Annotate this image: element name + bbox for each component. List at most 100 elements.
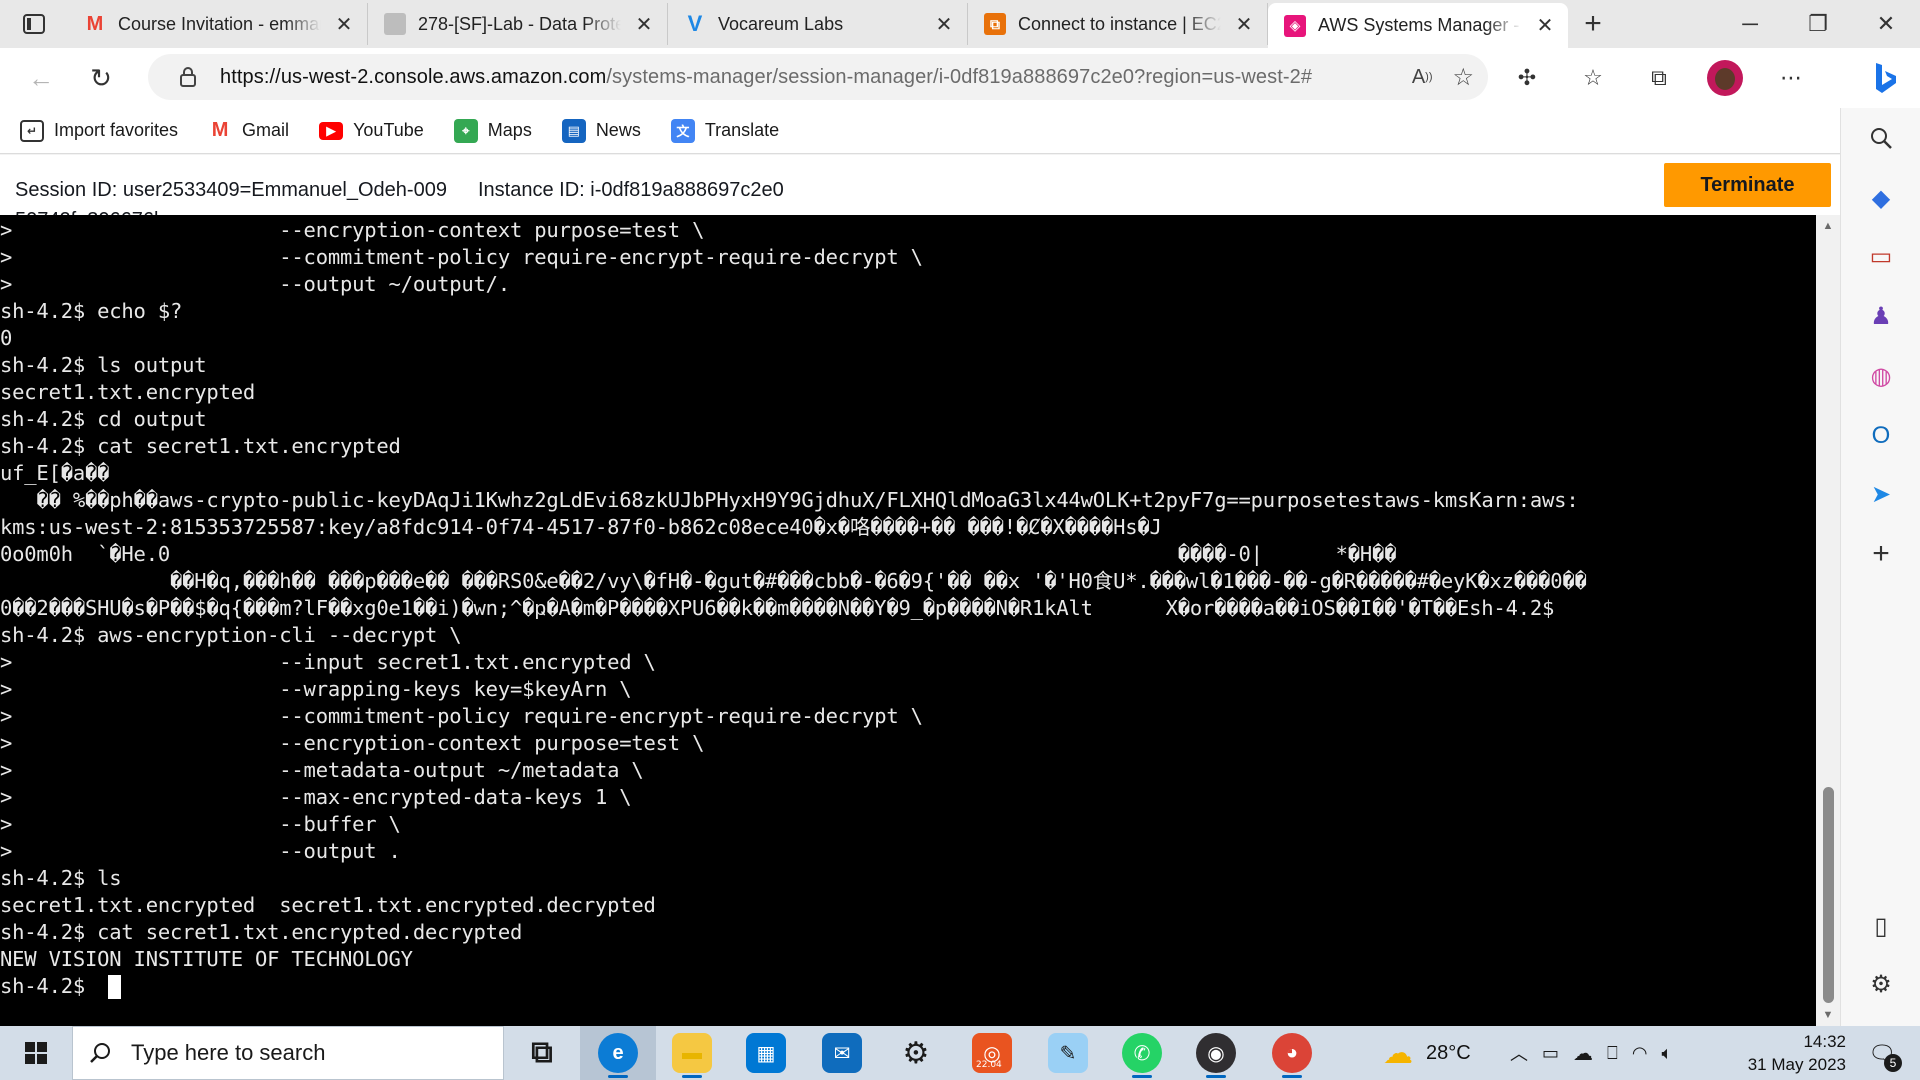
taskbar-app[interactable]: ✎ [1030, 1026, 1106, 1080]
settings-icon[interactable]: ⚙ [1861, 964, 1901, 1004]
terminal-line: > --output . [0, 839, 401, 863]
taskbar-app[interactable]: ▦ [728, 1026, 804, 1080]
extensions-icon[interactable]: ✣ [1504, 55, 1550, 101]
address-bar[interactable]: https://us-west-2.console.aws.amazon.com… [148, 54, 1488, 100]
clock[interactable]: 14:32 31 May 2023 [1716, 1030, 1846, 1076]
add-favorite-icon[interactable]: ☆ [1452, 63, 1474, 92]
collections-icon[interactable]: ⧉ [1636, 55, 1682, 101]
terminal[interactable]: > --encryption-context purpose=test \ > -… [0, 215, 1816, 1026]
favorite-youtube[interactable]: ▶ YouTube [319, 120, 424, 141]
whatsapp-icon: ✆ [1122, 1033, 1162, 1073]
taskbar-app[interactable]: ◎ 22.04 [954, 1026, 1030, 1080]
taskbar-search[interactable]: Type here to search [72, 1026, 504, 1080]
shopping-tag-icon[interactable]: ◆ [1861, 178, 1901, 218]
running-indicator [608, 1075, 628, 1078]
close-icon[interactable]: ✕ [633, 13, 655, 36]
gmail-icon: M [211, 119, 229, 141]
refresh-button[interactable]: ↻ [78, 55, 124, 101]
terminal-line: secret1.txt.encrypted secret1.txt.encryp… [0, 893, 656, 917]
meet-now-icon[interactable]: ⎕ [1607, 1043, 1618, 1064]
bing-chat-icon[interactable] [1850, 48, 1920, 108]
back-button[interactable]: ← [18, 55, 64, 101]
close-window-icon[interactable]: ✕ [1852, 0, 1920, 48]
lock-icon[interactable] [176, 65, 200, 89]
favorite-maps[interactable]: ⌖ Maps [453, 118, 532, 143]
tab-actions-icon[interactable] [0, 0, 68, 48]
notification-center[interactable]: 🗨︎ 5 [1862, 1034, 1902, 1074]
running-indicator [1132, 1075, 1152, 1078]
scroll-down-icon[interactable]: ▼ [1816, 1004, 1840, 1026]
close-icon[interactable]: ✕ [1233, 13, 1255, 36]
favorite-label: Import favorites [54, 120, 179, 140]
terminal-line: > --encryption-context purpose=test \ [0, 731, 705, 755]
running-indicator [682, 1075, 702, 1078]
onedrive-icon[interactable]: ☁ [1573, 1041, 1593, 1066]
taskbar-app[interactable]: ▬ [654, 1026, 730, 1080]
edge-sidebar: ◆ ▭ ♟ ◍ O ➤ + ▯ ⚙ [1840, 108, 1920, 1026]
chevron-up-icon[interactable]: ︿ [1510, 1040, 1528, 1066]
scroll-thumb[interactable] [1823, 787, 1834, 1003]
terminal-line: sh-4.2$ ls [0, 866, 122, 890]
favorite-import[interactable]: ↵ Import favorites [20, 119, 179, 142]
close-icon[interactable]: ✕ [933, 13, 955, 36]
minimize-icon[interactable]: ─ [1716, 0, 1784, 48]
favorites-bar: ↵ Import favorites M Gmail ▶ YouTube ⌖ M… [0, 108, 1840, 154]
new-tab-button[interactable]: + [1568, 3, 1618, 45]
battery-icon[interactable]: ▭ [1542, 1043, 1559, 1064]
edge-icon: e [598, 1033, 638, 1073]
terminal-line: > --buffer \ [0, 812, 401, 836]
restore-icon[interactable]: ❐ [1784, 0, 1852, 48]
terminal-scrollbar[interactable]: ▲ ▼ [1816, 215, 1840, 1026]
weather-widget[interactable]: ☁ 28°C [1376, 1026, 1471, 1080]
outlook-icon[interactable]: O [1861, 416, 1901, 456]
add-icon[interactable]: + [1861, 534, 1901, 574]
close-icon[interactable]: ✕ [1534, 15, 1556, 37]
vocareum-icon: V [687, 11, 703, 36]
navigation-bar: ← ↻ https://us-west-2.console.aws.amazon… [0, 48, 1920, 108]
scroll-up-icon[interactable]: ▲ [1816, 215, 1840, 237]
send-icon[interactable]: ➤ [1861, 474, 1901, 514]
taskbar-app[interactable]: ✆ [1104, 1026, 1180, 1080]
favorite-label: Gmail [242, 120, 290, 140]
chrome-icon: ◕ [1272, 1033, 1312, 1073]
favorite-gmail[interactable]: M Gmail [208, 119, 289, 143]
profile-avatar[interactable] [1702, 55, 1748, 101]
tab-course-invitation[interactable]: M Course Invitation - emmanuel ✕ [68, 3, 368, 45]
terminal-line: sh-4.2$ echo $? [0, 299, 183, 323]
session-header: Session ID: user2533409=Emmanuel_Odeh-00… [0, 155, 1840, 215]
close-icon[interactable]: ✕ [333, 13, 355, 36]
favorite-news[interactable]: ▤ News [561, 118, 641, 143]
terminate-button[interactable]: Terminate [1664, 163, 1831, 207]
url-text[interactable]: https://us-west-2.console.aws.amazon.com… [220, 66, 1312, 89]
tab-title: 278-[SF]-Lab - Data Protection [418, 13, 621, 34]
tab-data-protection-lab[interactable]: 278-[SF]-Lab - Data Protection ✕ [368, 3, 668, 45]
read-aloud-icon[interactable]: A)) [1412, 66, 1433, 89]
taskbar-app[interactable]: ⚙ [878, 1026, 954, 1080]
games-icon[interactable]: ♟ [1861, 296, 1901, 336]
import-icon: ↵ [20, 119, 44, 142]
tools-icon[interactable]: ▭ [1861, 236, 1901, 276]
office-icon[interactable]: ◍ [1861, 356, 1901, 396]
taskbar-app[interactable]: ✉ [804, 1026, 880, 1080]
taskbar-app[interactable]: ⧉ [504, 1026, 580, 1080]
terminal-line: > --commitment-policy require-encrypt-re… [0, 245, 923, 269]
more-options-icon[interactable]: ⋯ [1768, 55, 1814, 101]
taskbar-app[interactable]: ◉ [1178, 1026, 1254, 1080]
tab-vocareum-labs[interactable]: V Vocareum Labs ✕ [668, 3, 968, 45]
sidebar-toggle-icon[interactable]: ▯ [1861, 906, 1901, 946]
taskbar-app[interactable]: ◕ [1254, 1026, 1330, 1080]
search-icon[interactable] [1861, 118, 1901, 158]
maps-icon: ⌖ [453, 118, 478, 143]
favorite-translate[interactable]: 文 Translate [670, 118, 779, 143]
terminal-line: kms:us-west-2:815353725587:key/a8fdc914-… [0, 515, 1162, 539]
volume-icon[interactable]: 🔈︎ [1662, 1043, 1673, 1064]
aws-ec2-icon: ⧉ [984, 13, 1006, 35]
tab-connect-to-instance[interactable]: ⧉ Connect to instance | EC2 ✕ [968, 3, 1268, 45]
wifi-icon[interactable]: ◠ [1632, 1043, 1648, 1064]
windows-logo-icon [25, 1042, 47, 1064]
start-button[interactable] [0, 1026, 72, 1080]
tab-systems-manager[interactable]: ◈ AWS Systems Manager - Session Manager … [1268, 3, 1568, 48]
task-view-icon: ⧉ [531, 1036, 553, 1069]
favorites-icon[interactable]: ☆ [1570, 55, 1616, 101]
taskbar-app[interactable]: e [580, 1026, 656, 1080]
